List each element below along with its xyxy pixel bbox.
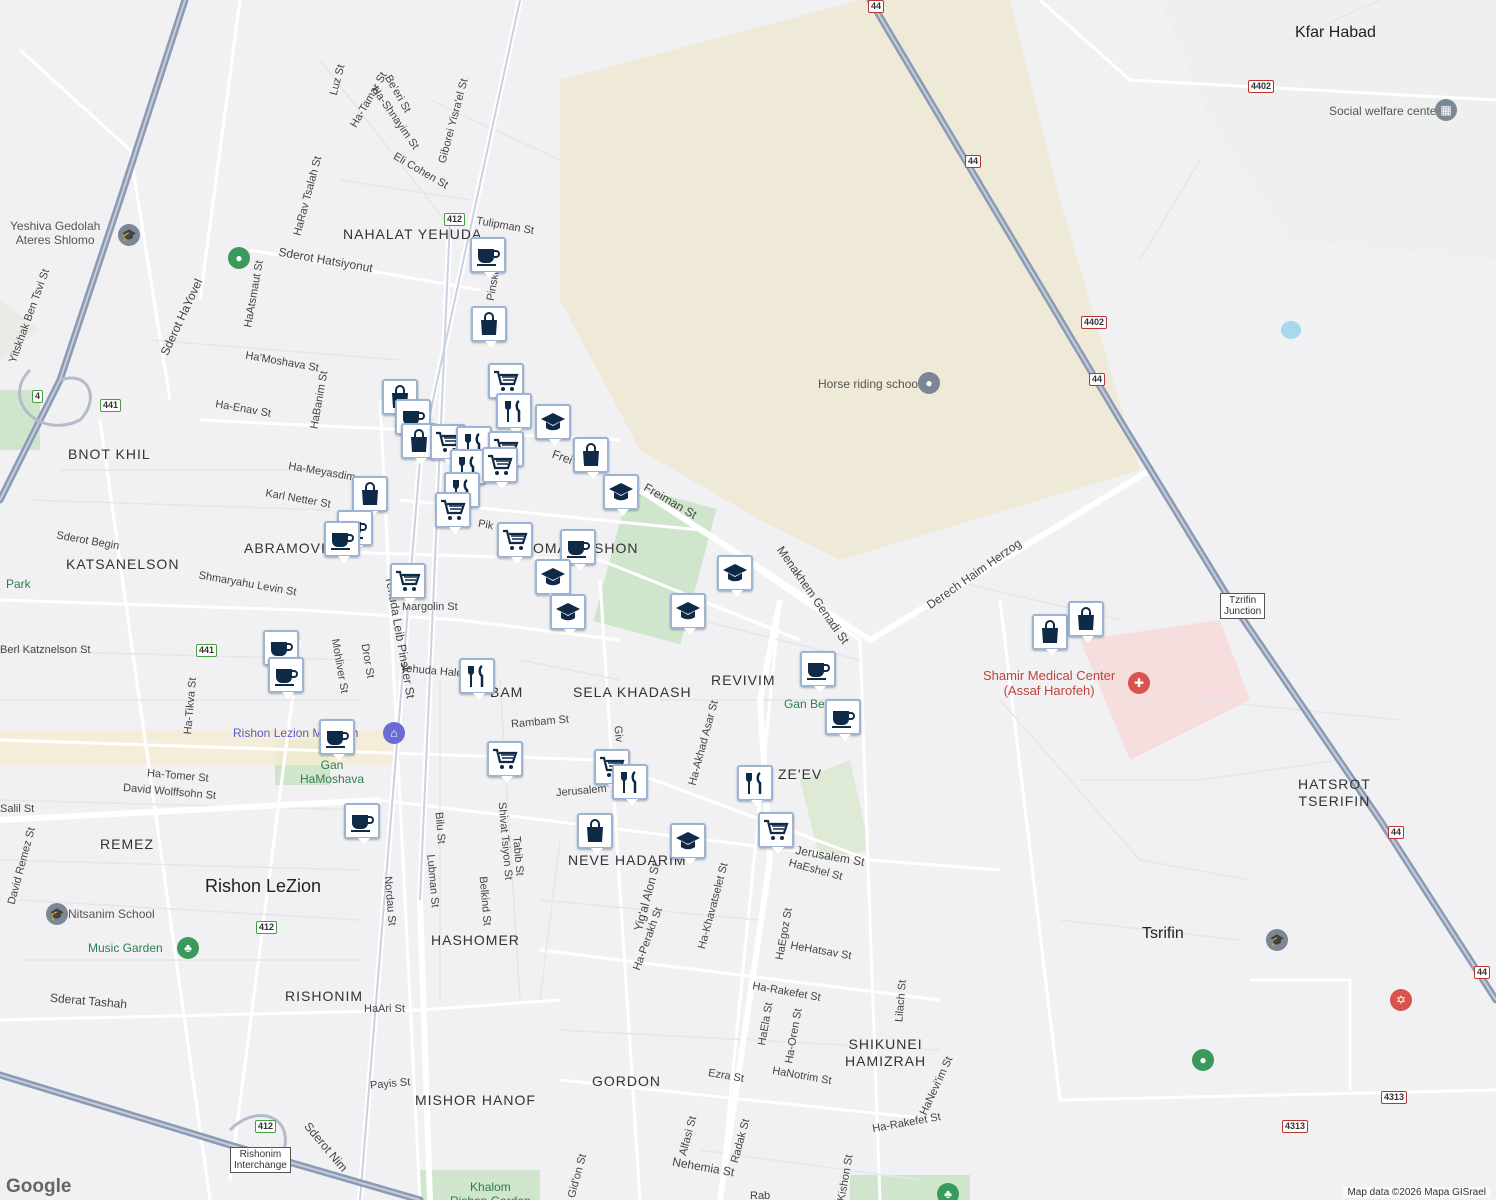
route-shield: 412 xyxy=(444,213,466,226)
shop-icon xyxy=(406,429,432,453)
route-shield: 4 xyxy=(32,390,44,403)
cafe-marker[interactable] xyxy=(825,699,861,741)
cafe-icon xyxy=(273,663,299,687)
cafe-icon xyxy=(830,705,856,729)
route-shield: 4402 xyxy=(1248,80,1275,93)
school-icon[interactable]: 🎓 xyxy=(118,224,140,246)
route-shield: 441 xyxy=(100,399,122,412)
route-shield: 4402 xyxy=(1081,316,1108,329)
route-shield: 44 xyxy=(1089,373,1106,386)
school-marker[interactable] xyxy=(670,823,706,865)
shop-marker[interactable] xyxy=(352,476,388,518)
shop-icon xyxy=(1073,607,1099,631)
route-shield: 4313 xyxy=(1282,1120,1309,1133)
route-shield: 441 xyxy=(196,644,218,657)
cafe-icon xyxy=(324,725,350,749)
route-shield: 4313 xyxy=(1381,1091,1408,1104)
route-shield: 412 xyxy=(256,921,278,934)
shop-marker[interactable] xyxy=(577,813,613,855)
school-marker[interactable] xyxy=(717,555,753,597)
cart-marker[interactable] xyxy=(435,492,471,534)
cafe-marker[interactable] xyxy=(470,237,506,279)
park-icon[interactable]: ● xyxy=(1192,1049,1214,1071)
tree-icon[interactable]: ♣ xyxy=(177,937,199,959)
school-icon xyxy=(540,565,566,589)
route-shield: 44 xyxy=(868,0,885,13)
shop-marker[interactable] xyxy=(573,437,609,479)
google-logo: Google xyxy=(6,1176,72,1197)
route-shield: 412 xyxy=(255,1120,277,1133)
food-marker[interactable] xyxy=(496,393,532,435)
food-icon xyxy=(742,771,768,795)
shop-icon xyxy=(578,443,604,467)
cart-icon xyxy=(763,818,789,842)
school-icon xyxy=(722,561,748,585)
shop-icon xyxy=(357,482,383,506)
school-icon xyxy=(540,410,566,434)
school-icon xyxy=(608,480,634,504)
map-base xyxy=(0,0,1496,1200)
school-marker[interactable] xyxy=(603,474,639,516)
shop-icon xyxy=(476,312,502,336)
park-icon[interactable]: ● xyxy=(228,247,250,269)
pin-icon[interactable]: ● xyxy=(918,372,940,394)
cart-icon xyxy=(487,453,513,477)
shop-marker[interactable] xyxy=(1068,601,1104,643)
map-canvas[interactable]: NAHALAT YEHUDA BNOT KHIL ABRAMOVI KATSAN… xyxy=(0,0,1496,1200)
cart-icon xyxy=(492,747,518,771)
school-icon xyxy=(675,599,701,623)
food-icon xyxy=(617,770,643,794)
cart-icon xyxy=(493,369,519,393)
building-icon[interactable]: ▦ xyxy=(1435,99,1457,121)
cart-icon xyxy=(440,498,466,522)
food-marker[interactable] xyxy=(737,765,773,807)
museum-icon[interactable]: ⌂ xyxy=(383,722,405,744)
shop-icon xyxy=(1037,620,1063,644)
cafe-marker[interactable] xyxy=(324,521,360,563)
route-shield: 44 xyxy=(1388,826,1405,839)
hospital-icon[interactable]: ✚ xyxy=(1128,672,1150,694)
route-shield: 44 xyxy=(1474,966,1491,979)
school-icon xyxy=(555,600,581,624)
food-marker[interactable] xyxy=(459,658,495,700)
tree-icon[interactable]: ♣ xyxy=(937,1183,959,1200)
cafe-icon xyxy=(565,535,591,559)
cafe-icon xyxy=(329,527,355,551)
school-marker[interactable] xyxy=(535,559,571,601)
junction-label: Rishonim Interchange xyxy=(230,1147,291,1173)
cafe-icon xyxy=(475,243,501,267)
school-icon xyxy=(675,829,701,853)
school-icon[interactable]: 🎓 xyxy=(1266,929,1288,951)
cart-icon xyxy=(395,569,421,593)
shop-marker[interactable] xyxy=(471,306,507,348)
cafe-marker[interactable] xyxy=(344,803,380,845)
food-icon xyxy=(464,664,490,688)
cafe-marker[interactable] xyxy=(268,657,304,699)
junction-label: Tzrifin Junction xyxy=(1220,593,1266,619)
school-icon[interactable]: 🎓 xyxy=(46,903,68,925)
school-marker[interactable] xyxy=(670,593,706,635)
cart-marker[interactable] xyxy=(758,812,794,854)
cafe-marker[interactable] xyxy=(319,719,355,761)
cafe-marker[interactable] xyxy=(800,651,836,693)
school-marker[interactable] xyxy=(535,404,571,446)
food-marker[interactable] xyxy=(612,764,648,806)
cafe-icon xyxy=(349,809,375,833)
shop-icon xyxy=(582,819,608,843)
route-shield: 44 xyxy=(965,155,982,168)
cart-marker[interactable] xyxy=(482,447,518,489)
food-icon xyxy=(501,399,527,423)
cafe-icon xyxy=(805,657,831,681)
map-attribution[interactable]: Map data ©2026 Mapa GISrael xyxy=(1343,1187,1490,1198)
cart-marker[interactable] xyxy=(487,741,523,783)
cart-marker[interactable] xyxy=(497,522,533,564)
cart-marker[interactable] xyxy=(390,563,426,605)
shop-marker[interactable] xyxy=(1032,614,1068,656)
cart-icon xyxy=(502,528,528,552)
school-marker[interactable] xyxy=(550,594,586,636)
synagogue-icon[interactable]: ✡ xyxy=(1390,989,1412,1011)
